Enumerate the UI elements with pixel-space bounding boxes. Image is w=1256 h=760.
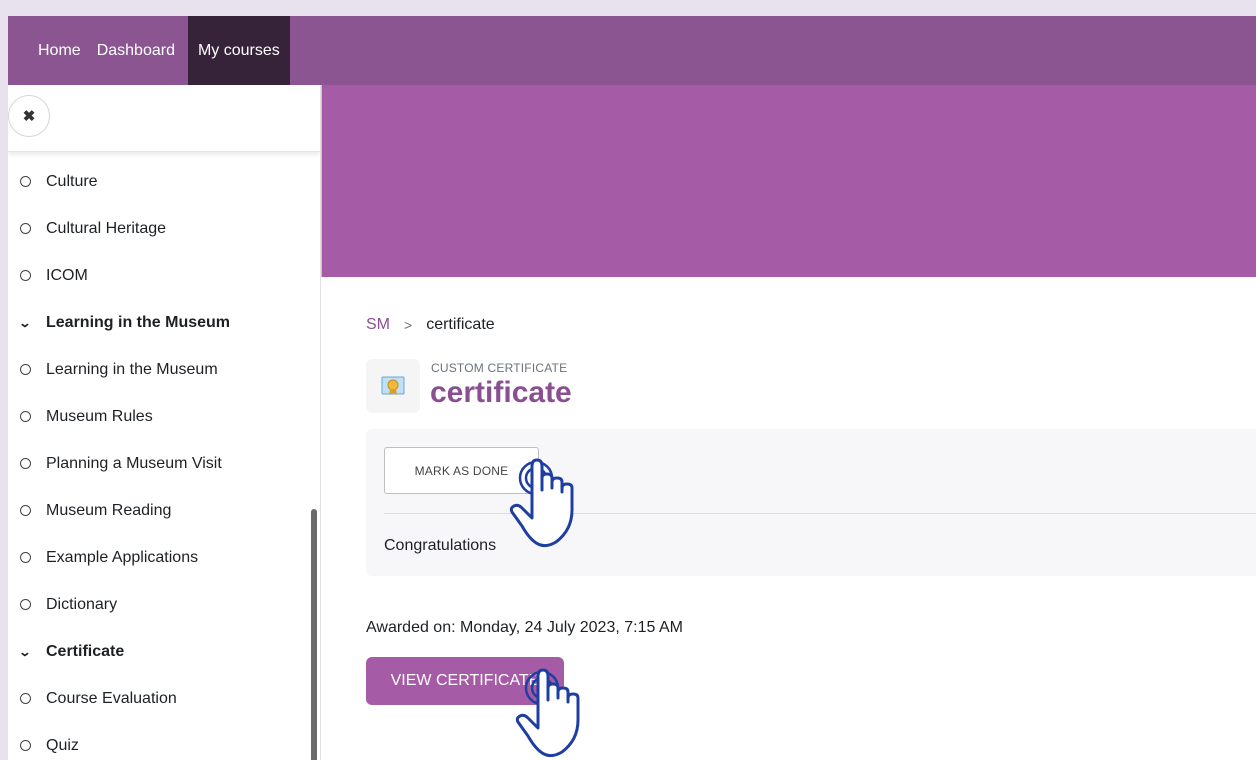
circle-icon: [20, 740, 31, 751]
course-index-list: Culture Cultural Heritage ICOM ⌄ Learning…: [8, 152, 320, 760]
circle-icon: [20, 552, 31, 563]
nav-dashboard[interactable]: Dashboard: [89, 16, 183, 85]
sidebar-section-certificate[interactable]: ⌄ Certificate: [8, 628, 320, 675]
breadcrumb-current: certificate: [426, 316, 495, 333]
sidebar-item-label: Museum Rules: [46, 407, 153, 425]
drawer-scrollbar[interactable]: [311, 509, 317, 760]
breadcrumb: SM > certificate: [366, 316, 495, 334]
circle-icon: [20, 176, 31, 187]
awarded-date-text: Awarded on: Monday, 24 July 2023, 7:15 A…: [366, 619, 683, 636]
sidebar-item-planning-a-museum-visit[interactable]: Planning a Museum Visit: [8, 440, 320, 487]
activity-description: Congratulations: [384, 537, 497, 554]
breadcrumb-course-link[interactable]: SM: [366, 316, 390, 334]
circle-icon: [20, 505, 31, 516]
view-certificate-button[interactable]: VIEW CERTIFICATE: [366, 657, 564, 705]
sidebar-item-label: Planning a Museum Visit: [46, 454, 222, 472]
breadcrumb-separator: >: [404, 317, 413, 333]
sidebar-item-museum-rules[interactable]: Museum Rules: [8, 393, 320, 440]
circle-icon: [20, 364, 31, 375]
circle-icon: [20, 693, 31, 704]
top-navbar: Home Dashboard My courses: [8, 16, 1256, 85]
sidebar-item-label: Cultural Heritage: [46, 219, 167, 237]
close-drawer-button[interactable]: ✖: [8, 95, 50, 137]
circle-icon: [20, 411, 31, 422]
sidebar-item-label: Culture: [46, 172, 98, 190]
activity-completion-panel: MARK AS DONE Congratulations: [366, 429, 1256, 576]
sidebar-section-learning-in-the-museum[interactable]: ⌄ Learning in the Museum: [8, 299, 320, 346]
activity-type-label: CUSTOM CERTIFICATE: [431, 361, 568, 375]
sidebar-item-course-evaluation[interactable]: Course Evaluation: [8, 675, 320, 722]
nav-my-courses[interactable]: My courses: [187, 16, 290, 85]
sidebar-section-label: Learning in the Museum: [46, 313, 231, 331]
sidebar-item-quiz[interactable]: Quiz: [8, 722, 320, 760]
sidebar-item-learning-in-the-museum[interactable]: Learning in the Museum: [8, 346, 320, 393]
circle-icon: [20, 270, 31, 281]
sidebar-item-label: ICOM: [46, 266, 88, 284]
course-header-banner: [321, 85, 1256, 277]
sidebar-item-museum-reading[interactable]: Museum Reading: [8, 487, 320, 534]
chevron-down-icon: ⌄: [18, 315, 32, 330]
sidebar-item-dictionary[interactable]: Dictionary: [8, 581, 320, 628]
sidebar-item-label: Dictionary: [46, 595, 118, 613]
divider: [384, 513, 1256, 514]
chevron-down-icon: ⌄: [18, 644, 32, 659]
drawer-header: ✖: [8, 85, 320, 152]
sidebar-item-label: Example Applications: [46, 548, 199, 566]
certificate-icon: [366, 359, 420, 413]
circle-icon: [20, 458, 31, 469]
circle-icon: [20, 599, 31, 610]
mark-as-done-button[interactable]: MARK AS DONE: [384, 447, 539, 494]
sidebar-item-label: Course Evaluation: [46, 689, 177, 707]
sidebar-item-example-applications[interactable]: Example Applications: [8, 534, 320, 581]
course-index-drawer: ✖ Culture Cultural Heritage ICOM ⌄ Learni…: [8, 85, 321, 760]
sidebar-item-label: Museum Reading: [46, 501, 172, 519]
app-frame: Home Dashboard My courses ✖ Culture Cult…: [8, 16, 1256, 760]
circle-icon: [20, 223, 31, 234]
close-icon: ✖: [22, 108, 36, 125]
page-title: certificate: [430, 376, 572, 409]
nav-home[interactable]: Home: [8, 16, 89, 85]
sidebar-item-label: Quiz: [46, 736, 79, 754]
sidebar-item-label: Learning in the Museum: [46, 360, 218, 378]
sidebar-item-culture[interactable]: Culture: [8, 158, 320, 205]
sidebar-section-label: Certificate: [46, 642, 125, 660]
sidebar-item-cultural-heritage[interactable]: Cultural Heritage: [8, 205, 320, 252]
sidebar-item-icom[interactable]: ICOM: [8, 252, 320, 299]
